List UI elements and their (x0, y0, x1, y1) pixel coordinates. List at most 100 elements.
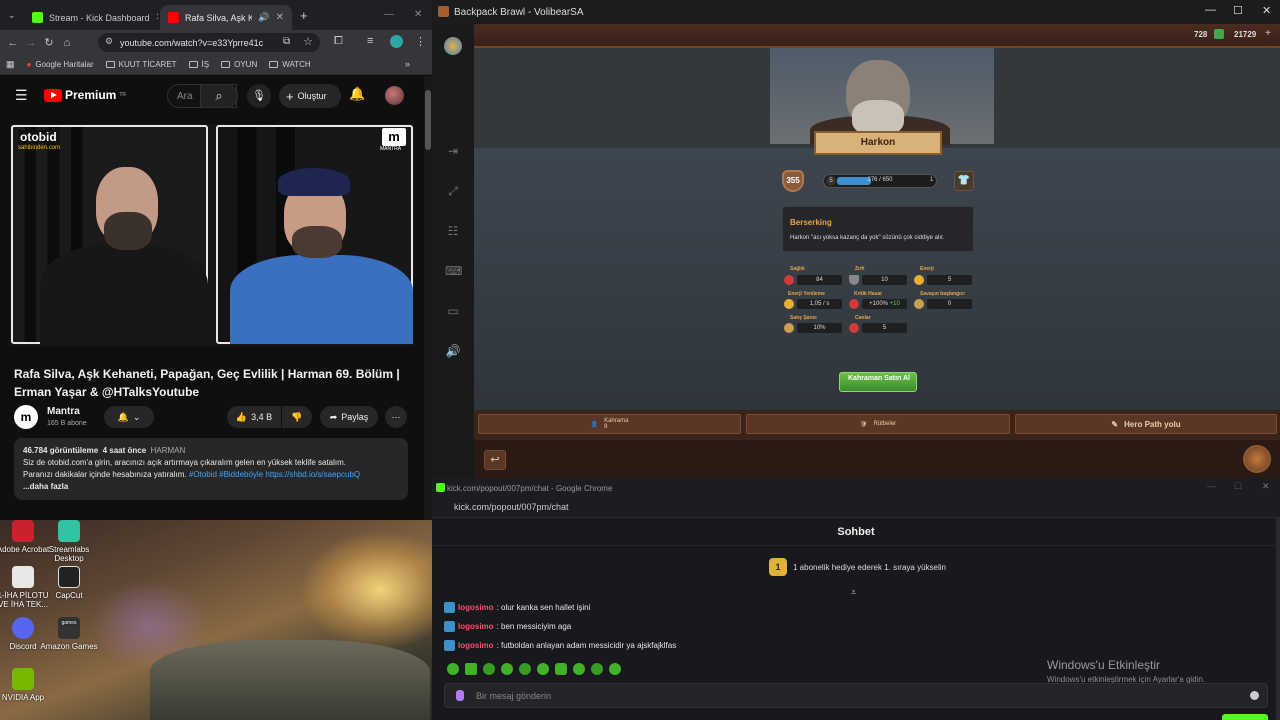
channel-avatar[interactable]: m (14, 405, 38, 429)
desktop-icon-streamlabs[interactable]: Streamlabs Desktop (38, 520, 100, 563)
chrome-menu-icon[interactable]: ⋮ (415, 35, 426, 48)
chat-username[interactable]: logosimo (458, 641, 494, 650)
bookmark-folder-watch[interactable]: WATCH (269, 60, 311, 69)
send-button[interactable] (1222, 714, 1268, 720)
video-description[interactable]: 46.784 görüntüleme 4 saat önce HARMAN Si… (14, 438, 408, 500)
emote-icon[interactable] (573, 663, 585, 675)
profile-avatar-icon[interactable] (390, 35, 403, 48)
back-button[interactable]: ↩ (484, 450, 506, 470)
skin-shirt-button[interactable]: 👕 (954, 171, 974, 191)
dislike-button[interactable]: 👎 (282, 406, 312, 428)
bookmark-label: KUUT TİCARET (118, 60, 177, 69)
search-button[interactable]: ⌕ (200, 84, 238, 108)
install-app-icon[interactable]: ⧉ (283, 36, 290, 47)
audio-playing-icon[interactable]: 🔊 (258, 12, 269, 23)
emote-icon[interactable] (447, 663, 459, 675)
voice-search-button[interactable]: 🎙 (247, 84, 271, 108)
settings-sliders-icon[interactable]: ☷ (445, 224, 461, 238)
chat-message[interactable]: logosimo: futboldan anlayan adam messici… (444, 640, 676, 651)
show-more-link[interactable]: ...daha fazla (23, 481, 399, 493)
minimize-icon[interactable]: — (384, 9, 394, 20)
chat-message[interactable]: logosimo: olur kanka sen hallet işini (444, 602, 590, 613)
gift-leaderboard-text[interactable]: 1 abonelik hediye ederek 1. sıraya yükse… (793, 563, 946, 572)
desktop-icon-nvidia-app[interactable]: NVIDIA App (0, 668, 54, 702)
collapse-pinned-chevron-icon[interactable]: ⩡ (851, 587, 856, 598)
emote-icon[interactable] (501, 663, 513, 675)
forward-arrow-icon[interactable]: → (22, 37, 40, 49)
tab-kick-dashboard[interactable]: Stream - Kick Dashboard ✕ (24, 5, 158, 30)
media-controls-icon[interactable]: ≡ (367, 35, 373, 47)
youtube-premium-logo[interactable]: Premium TR (44, 88, 126, 102)
close-window-icon[interactable]: ✕ (1262, 4, 1271, 17)
nav-tab-hero-path[interactable]: ✎ Hero Path yolu (1015, 414, 1277, 434)
maximize-icon[interactable]: ☐ (1233, 4, 1243, 17)
extensions-icon[interactable]: ⧠ (334, 35, 343, 48)
keyboard-icon[interactable]: ⌨ (445, 264, 462, 278)
rank-shield-icon: 🛡 (859, 421, 868, 428)
emoji-picker-icon[interactable] (1250, 691, 1259, 700)
back-arrow-icon[interactable]: ← (4, 37, 22, 49)
stat-label-energy-regen: Enerji Yenileme (788, 291, 825, 297)
more-actions-button[interactable]: ··· (385, 406, 407, 428)
chat-message[interactable]: logosimo: ben messiciyim aga (444, 621, 571, 632)
chat-url-bar[interactable]: kick.com/popout/007pm/chat (432, 498, 1280, 518)
nav-tab-hero[interactable]: 👤 Kahrama 8 (478, 414, 741, 434)
minimize-icon[interactable]: — (1207, 481, 1216, 491)
home-icon[interactable]: ⌂ (58, 37, 76, 49)
tab-search-chevron-icon[interactable]: ⌄ (8, 10, 16, 21)
bookmark-google-maps[interactable]: ● Google Haritalar (27, 60, 94, 69)
site-info-icon[interactable]: ⚙ (105, 36, 113, 47)
maximize-icon[interactable]: ☐ (1234, 481, 1242, 492)
bookmark-folder-kuut[interactable]: KUUT TİCARET (105, 60, 177, 69)
player-profile-icon[interactable] (444, 37, 462, 55)
description-hashtags[interactable]: #Otobid #Biddeböyle (189, 470, 263, 479)
emote-icon[interactable] (555, 663, 567, 675)
bookmark-folder-is[interactable]: İŞ (188, 60, 209, 69)
emote-icon[interactable] (519, 663, 531, 675)
description-link[interactable]: https://shbd.io/s/saepcubQ (265, 470, 360, 479)
description-tag[interactable]: HARMAN (151, 446, 186, 455)
bookmark-star-icon[interactable]: ☆ (303, 35, 313, 48)
exit-fullscreen-icon[interactable]: ⇥ (445, 144, 461, 158)
chat-scrollbar[interactable] (1276, 518, 1280, 720)
add-gems-plus-icon[interactable]: + (1265, 28, 1271, 39)
scrollbar-thumb[interactable] (425, 90, 431, 150)
chat-username[interactable]: logosimo (458, 622, 494, 631)
emote-icon[interactable] (483, 663, 495, 675)
desktop-icon-capcut[interactable]: CapCut (38, 566, 100, 600)
label-tag-icon[interactable]: ▭ (445, 304, 461, 318)
minimize-icon[interactable]: — (1205, 4, 1216, 16)
microphone-icon[interactable] (456, 690, 464, 701)
close-window-icon[interactable]: ✕ (414, 9, 422, 20)
subscription-bell-button[interactable]: 🔔 ⌄ (104, 406, 154, 428)
buy-hero-button[interactable]: Kahraman Satın Al (839, 372, 917, 392)
resize-icon[interactable]: ⤢ (445, 184, 461, 198)
emote-icon[interactable] (591, 663, 603, 675)
share-button[interactable]: ➦ Paylaş (320, 406, 378, 428)
hero-level-shield: 355 (782, 170, 804, 192)
emote-icon[interactable] (609, 663, 621, 675)
close-tab-icon[interactable]: ✕ (156, 12, 158, 23)
volume-icon[interactable]: 🔊 (445, 344, 461, 358)
desktop-icon-amazon-games[interactable]: games Amazon Games (38, 617, 100, 651)
nav-tab-ranks[interactable]: 🛡 Rütbeler (746, 414, 1010, 434)
like-button[interactable]: 👍 3,4 B (227, 406, 281, 428)
tab-youtube-video[interactable]: Rafa Silva, Aşk Kehaneti 🔊 ✕ (160, 5, 292, 30)
close-window-icon[interactable]: ✕ (1262, 481, 1270, 492)
bookmarks-overflow-button[interactable]: » (405, 59, 410, 69)
bookmark-folder-oyun[interactable]: OYUN (221, 60, 257, 69)
chat-username[interactable]: logosimo (458, 603, 494, 612)
apps-grid-icon[interactable]: ▦ (6, 59, 15, 70)
new-tab-button[interactable]: + (300, 8, 308, 23)
reload-icon[interactable]: ↻ (40, 36, 58, 49)
close-tab-icon[interactable]: ✕ (276, 12, 284, 23)
emote-icon[interactable] (537, 663, 549, 675)
account-avatar[interactable] (385, 86, 404, 105)
notifications-bell-icon[interactable]: 🔔 (349, 86, 365, 102)
emote-icon[interactable] (465, 663, 477, 675)
create-button[interactable]: + Oluştur (279, 84, 341, 108)
hamburger-menu-icon[interactable]: ☰ (15, 87, 28, 104)
chat-message-input[interactable]: Bir mesaj gönderin (444, 683, 1268, 708)
shop-merchant-button[interactable] (1243, 445, 1271, 473)
channel-name[interactable]: Mantra (47, 406, 80, 417)
